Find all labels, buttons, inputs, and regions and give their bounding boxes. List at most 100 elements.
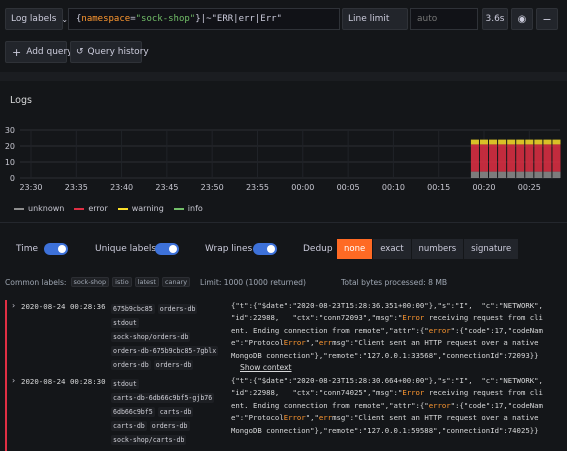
dedup-option-signature[interactable]: signature <box>464 239 520 259</box>
bar-unknown <box>543 171 552 178</box>
eye-toggle-button[interactable]: ◉ <box>511 8 533 30</box>
log-label-tag[interactable]: stdout <box>111 318 139 328</box>
x-tick-label: 00:05 <box>337 183 360 192</box>
bar-error <box>543 144 552 172</box>
y-tick-label: 0 <box>10 174 15 183</box>
log-label-tag[interactable]: sock-shop/orders-db <box>111 332 191 342</box>
log-label-tag[interactable]: carts-db <box>157 407 194 417</box>
common-labels-list: sock-shop istio latest canary <box>70 277 194 287</box>
line-limit-label: Line limit <box>342 8 408 30</box>
bar-warning <box>552 139 561 145</box>
bar-error <box>479 144 489 172</box>
unique-labels-toggle-label: Unique labels <box>95 244 157 254</box>
dedup-option-numbers[interactable]: numbers <box>411 239 465 259</box>
log-label-tag[interactable]: orders-db <box>157 304 198 314</box>
query-token: "sock-shop" <box>135 14 196 24</box>
log-label-tag[interactable]: 675b9cbc85 <box>111 304 155 314</box>
log-label-tag[interactable]: orders-db <box>111 360 151 370</box>
chevron-right-icon[interactable]: › <box>12 301 15 310</box>
log-label-tag[interactable]: carts-db-6db66c9bf5-gjb76 <box>111 393 215 403</box>
time-toggle-label: Time <box>16 244 39 254</box>
log-level-indicator <box>5 300 7 375</box>
legend-item-error[interactable]: error <box>74 204 108 213</box>
y-tick-label: 20 <box>5 142 15 151</box>
log-label-tag[interactable]: orders-db <box>149 421 190 431</box>
query-time-badge: 3.6s <box>482 8 508 30</box>
common-labels-row: Common labels: sock-shop istio latest canar… <box>5 277 193 287</box>
logs-chart: 30 20 10 0 23:30 23:35 23:40 23:45 23:50 23:55 00:… <box>0 118 567 198</box>
log-row[interactable]: › 2020-08-24 00:28:30 stdout carts-db-6db66… <box>0 373 567 451</box>
wrap-lines-toggle-label: Wrap lines <box>205 244 253 254</box>
bar-warning <box>507 139 516 145</box>
legend-label: error <box>88 204 108 213</box>
log-label-tag[interactable]: orders-db-675b9cbc85-7gblx <box>111 346 219 356</box>
x-tick-label: 23:30 <box>19 183 42 192</box>
bar-error <box>525 144 534 172</box>
x-tick-label: 00:15 <box>427 183 450 192</box>
dedup-option-none[interactable]: none <box>337 239 374 259</box>
log-labels: 675b9cbc85 orders-dbstdoutsock-shop/order… <box>111 300 223 370</box>
query-token: err <box>238 14 255 24</box>
log-label-tag[interactable]: orders-db <box>153 360 194 370</box>
bar-error <box>534 144 543 172</box>
query-token: |~"ERR <box>200 14 234 24</box>
log-label-tag[interactable]: 6db66c9bf5 <box>111 407 155 417</box>
bar-error <box>498 144 507 172</box>
log-timestamp: 2020-08-24 00:28:30 <box>21 377 106 386</box>
log-row[interactable]: › 2020-08-24 00:28:36 675b9cbc85 orders-dbs… <box>0 298 567 375</box>
dedup-option-exact[interactable]: exact <box>373 239 412 259</box>
bar-unknown <box>479 171 489 178</box>
bar-error <box>552 144 561 172</box>
bar-unknown <box>470 171 479 178</box>
bar-warning <box>525 139 534 145</box>
query-history-button[interactable]: ↺ Query history <box>70 41 149 63</box>
log-message-line: MongoDB connection"},"remote":"127.0.0.1… <box>231 425 539 435</box>
bar-warning <box>516 139 525 145</box>
bar-error <box>489 144 498 172</box>
remove-query-button[interactable]: − <box>536 8 558 30</box>
log-message-line: e":"ProtocolError","errmsg":"Client sent… <box>231 413 539 423</box>
common-labels-label: Common labels: <box>5 277 67 287</box>
add-query-button[interactable]: + Add query <box>5 41 72 63</box>
x-tick-label: 23:40 <box>110 183 133 192</box>
log-message-line: e":"ProtocolError","errmsg":"Client sent… <box>231 338 539 348</box>
wrap-lines-toggle[interactable] <box>253 243 277 255</box>
legend-item-info[interactable]: info <box>173 204 203 213</box>
chevron-right-icon[interactable]: › <box>12 376 15 385</box>
x-tick-label: 00:00 <box>291 183 314 192</box>
line-limit-input[interactable] <box>410 8 478 30</box>
log-label-tag[interactable]: carts-db <box>111 421 147 431</box>
bar-unknown <box>534 171 543 178</box>
y-tick-label: 10 <box>5 158 15 167</box>
unique-labels-toggle[interactable] <box>155 243 179 255</box>
limit-text: Limit: 1000 (1000 returned) <box>200 278 306 287</box>
bar-unknown <box>489 171 498 178</box>
common-label-tag: istio <box>112 277 132 287</box>
bar-warning <box>534 139 543 145</box>
common-label-tag: sock-shop <box>70 277 110 287</box>
logs-volume-chart: 30 20 10 0 23:30 23:35 23:40 23:45 23:50 23:55 00:… <box>5 126 561 192</box>
log-label-tag[interactable]: sock-shop/carts-db <box>111 435 187 445</box>
query-input[interactable]: {namespace="sock-shop"}|~"ERR|err|Err" <box>68 8 340 30</box>
legend-swatch <box>173 207 184 210</box>
eye-icon: ◉ <box>517 13 527 25</box>
show-context-link[interactable]: Show context <box>240 363 292 372</box>
logs-panel-title: Logs <box>10 95 32 106</box>
legend-swatch <box>14 207 24 210</box>
query-token: Err" <box>260 14 282 24</box>
x-tick-label: 23:50 <box>201 183 224 192</box>
y-tick-label: 30 <box>5 126 15 135</box>
log-message-line: ent. Ending connection from remote","att… <box>231 325 543 335</box>
bar-warning <box>479 139 489 145</box>
log-label-tag[interactable]: stdout <box>111 379 139 389</box>
legend-item-unknown[interactable]: unknown <box>14 204 64 213</box>
chart-legend: unknown error warning info <box>14 204 213 213</box>
log-labels-dropdown[interactable]: Log labels ⌄ <box>5 8 68 30</box>
bytes-processed-text: Total bytes processed: 8 MB <box>341 278 448 287</box>
log-message-line: {"t":{"$date":"2020-08-23T15:28:30.664+0… <box>231 376 543 385</box>
log-message-line: MongoDB connection"},"remote":"127.0.0.1… <box>231 350 539 360</box>
bar-warning <box>470 139 479 145</box>
log-level-indicator <box>5 375 7 451</box>
legend-item-warning[interactable]: warning <box>117 204 164 213</box>
time-toggle[interactable] <box>44 243 68 255</box>
